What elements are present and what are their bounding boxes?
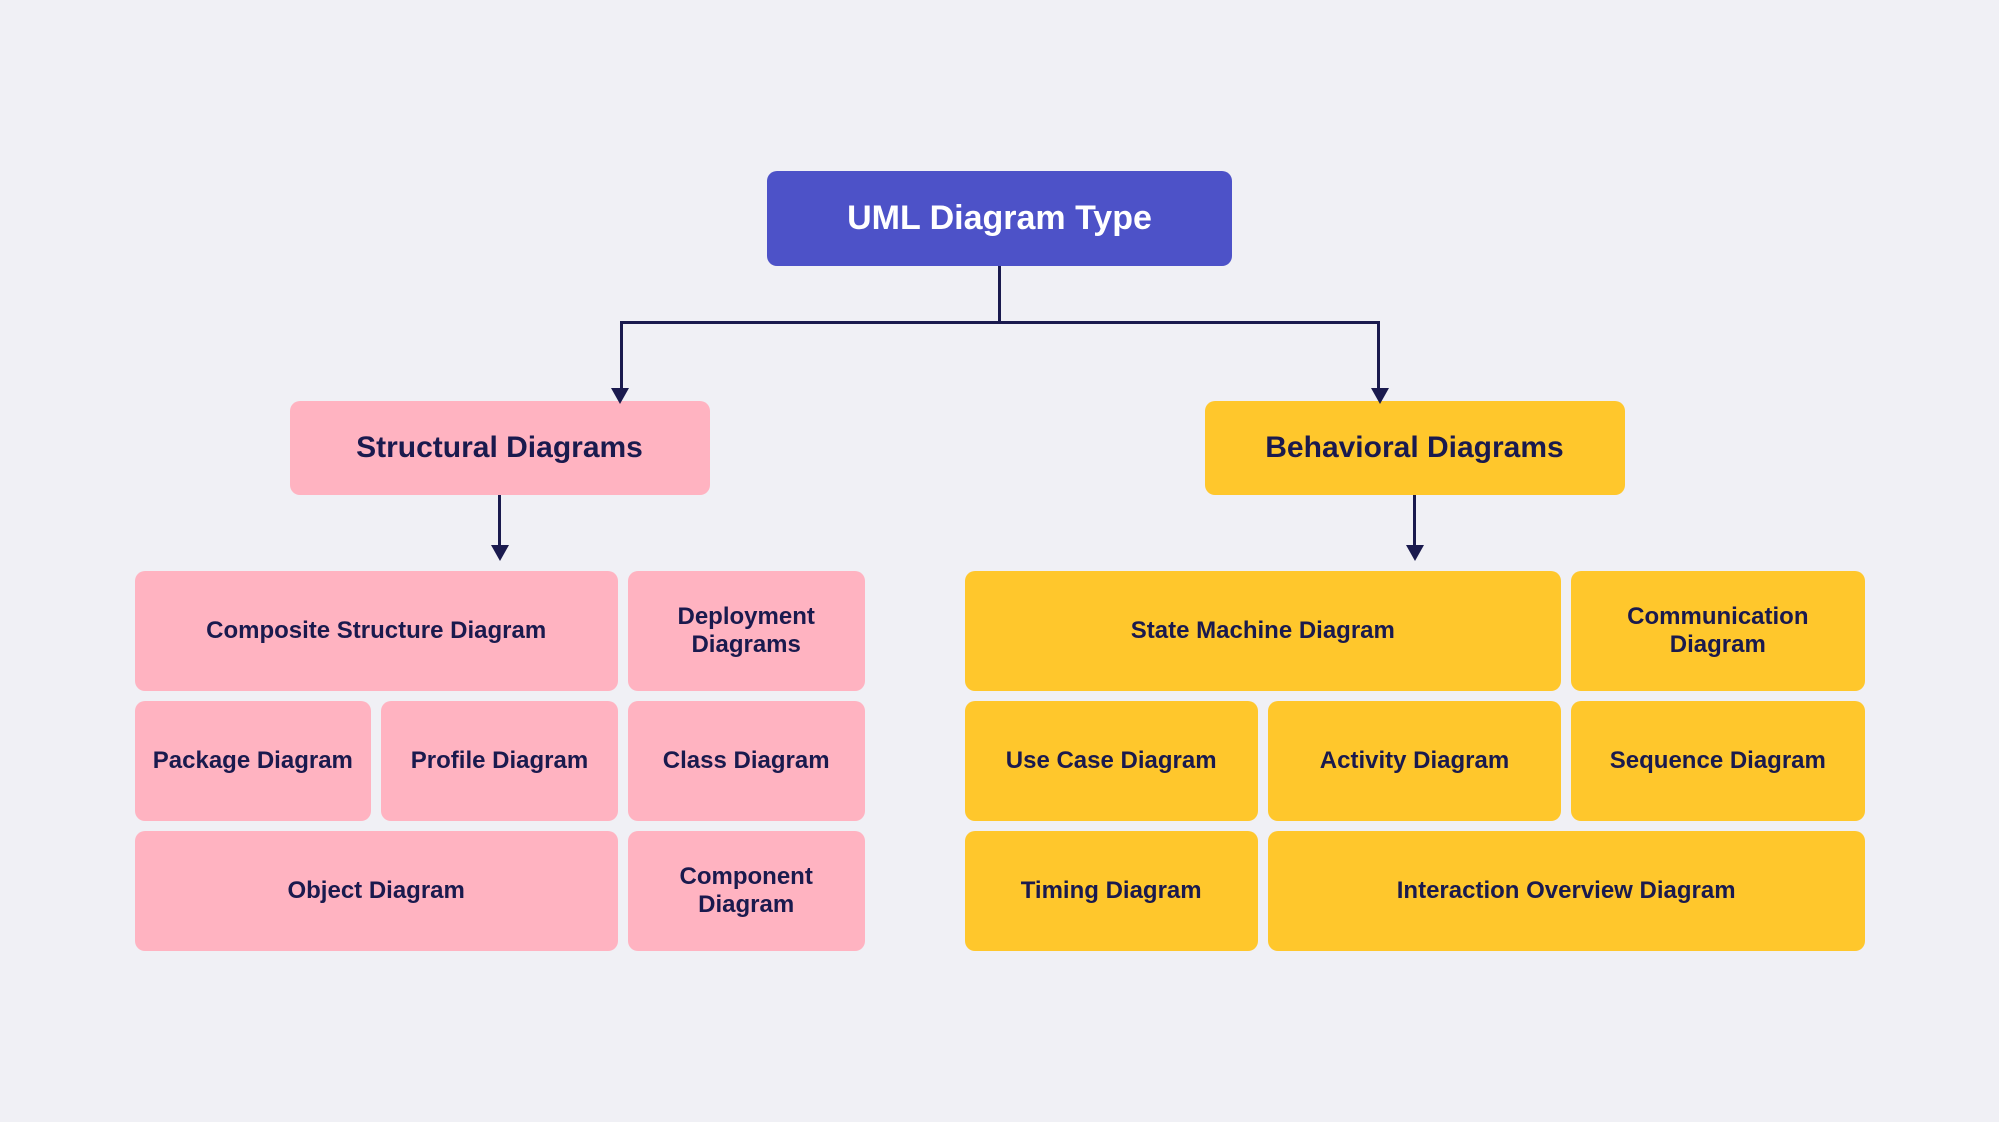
h-line <box>620 321 1380 324</box>
interaction-overview-diagram-box: Interaction Overview Diagram <box>1268 831 1865 951</box>
structural-arrow-down <box>491 495 509 561</box>
arrow-left <box>611 388 629 404</box>
sequence-diagram-box: Sequence Diagram <box>1571 701 1864 821</box>
behavioral-column: Behavioral Diagrams State Machine Diagra… <box>965 401 1865 951</box>
object-diagram-box: Object Diagram <box>135 831 618 951</box>
structural-v-line <box>498 495 501 545</box>
communication-diagram-box: Communication Diagram <box>1571 571 1864 691</box>
root-node: UML Diagram Type <box>767 171 1232 266</box>
component-diagram-box: Component Diagram <box>628 831 865 951</box>
activity-diagram-box: Activity Diagram <box>1268 701 1561 821</box>
behavioral-arrow-down <box>1406 495 1424 561</box>
structural-diagrams-box: Structural Diagrams <box>290 401 710 495</box>
composite-structure-diagram-box: Composite Structure Diagram <box>135 571 618 691</box>
package-diagram-box: Package Diagram <box>135 701 372 821</box>
state-machine-diagram-box: State Machine Diagram <box>965 571 1562 691</box>
arrow-right <box>1371 388 1389 404</box>
use-case-diagram-box: Use Case Diagram <box>965 701 1258 821</box>
profile-diagram-box: Profile Diagram <box>381 701 618 821</box>
root-v-connector <box>998 266 1001 321</box>
behavioral-grid: State Machine Diagram Communication Diag… <box>965 571 1865 951</box>
structural-grid: Composite Structure Diagram Deployment D… <box>135 571 865 951</box>
class-diagram-box: Class Diagram <box>628 701 865 821</box>
two-columns: Structural Diagrams Composite Structure … <box>135 401 1865 951</box>
v-line-left <box>620 321 623 396</box>
diagram-container: UML Diagram Type Structural Diagrams Com… <box>100 171 1900 951</box>
structural-column: Structural Diagrams Composite Structure … <box>135 401 865 951</box>
v-line-right <box>1377 321 1380 396</box>
h-branch-connector <box>450 321 1550 401</box>
structural-arrow-tip <box>491 545 509 561</box>
behavioral-v-line <box>1413 495 1416 545</box>
deployment-diagrams-box: Deployment Diagrams <box>628 571 865 691</box>
behavioral-diagrams-box: Behavioral Diagrams <box>1205 401 1625 495</box>
timing-diagram-box: Timing Diagram <box>965 831 1258 951</box>
behavioral-arrow-tip <box>1406 545 1424 561</box>
